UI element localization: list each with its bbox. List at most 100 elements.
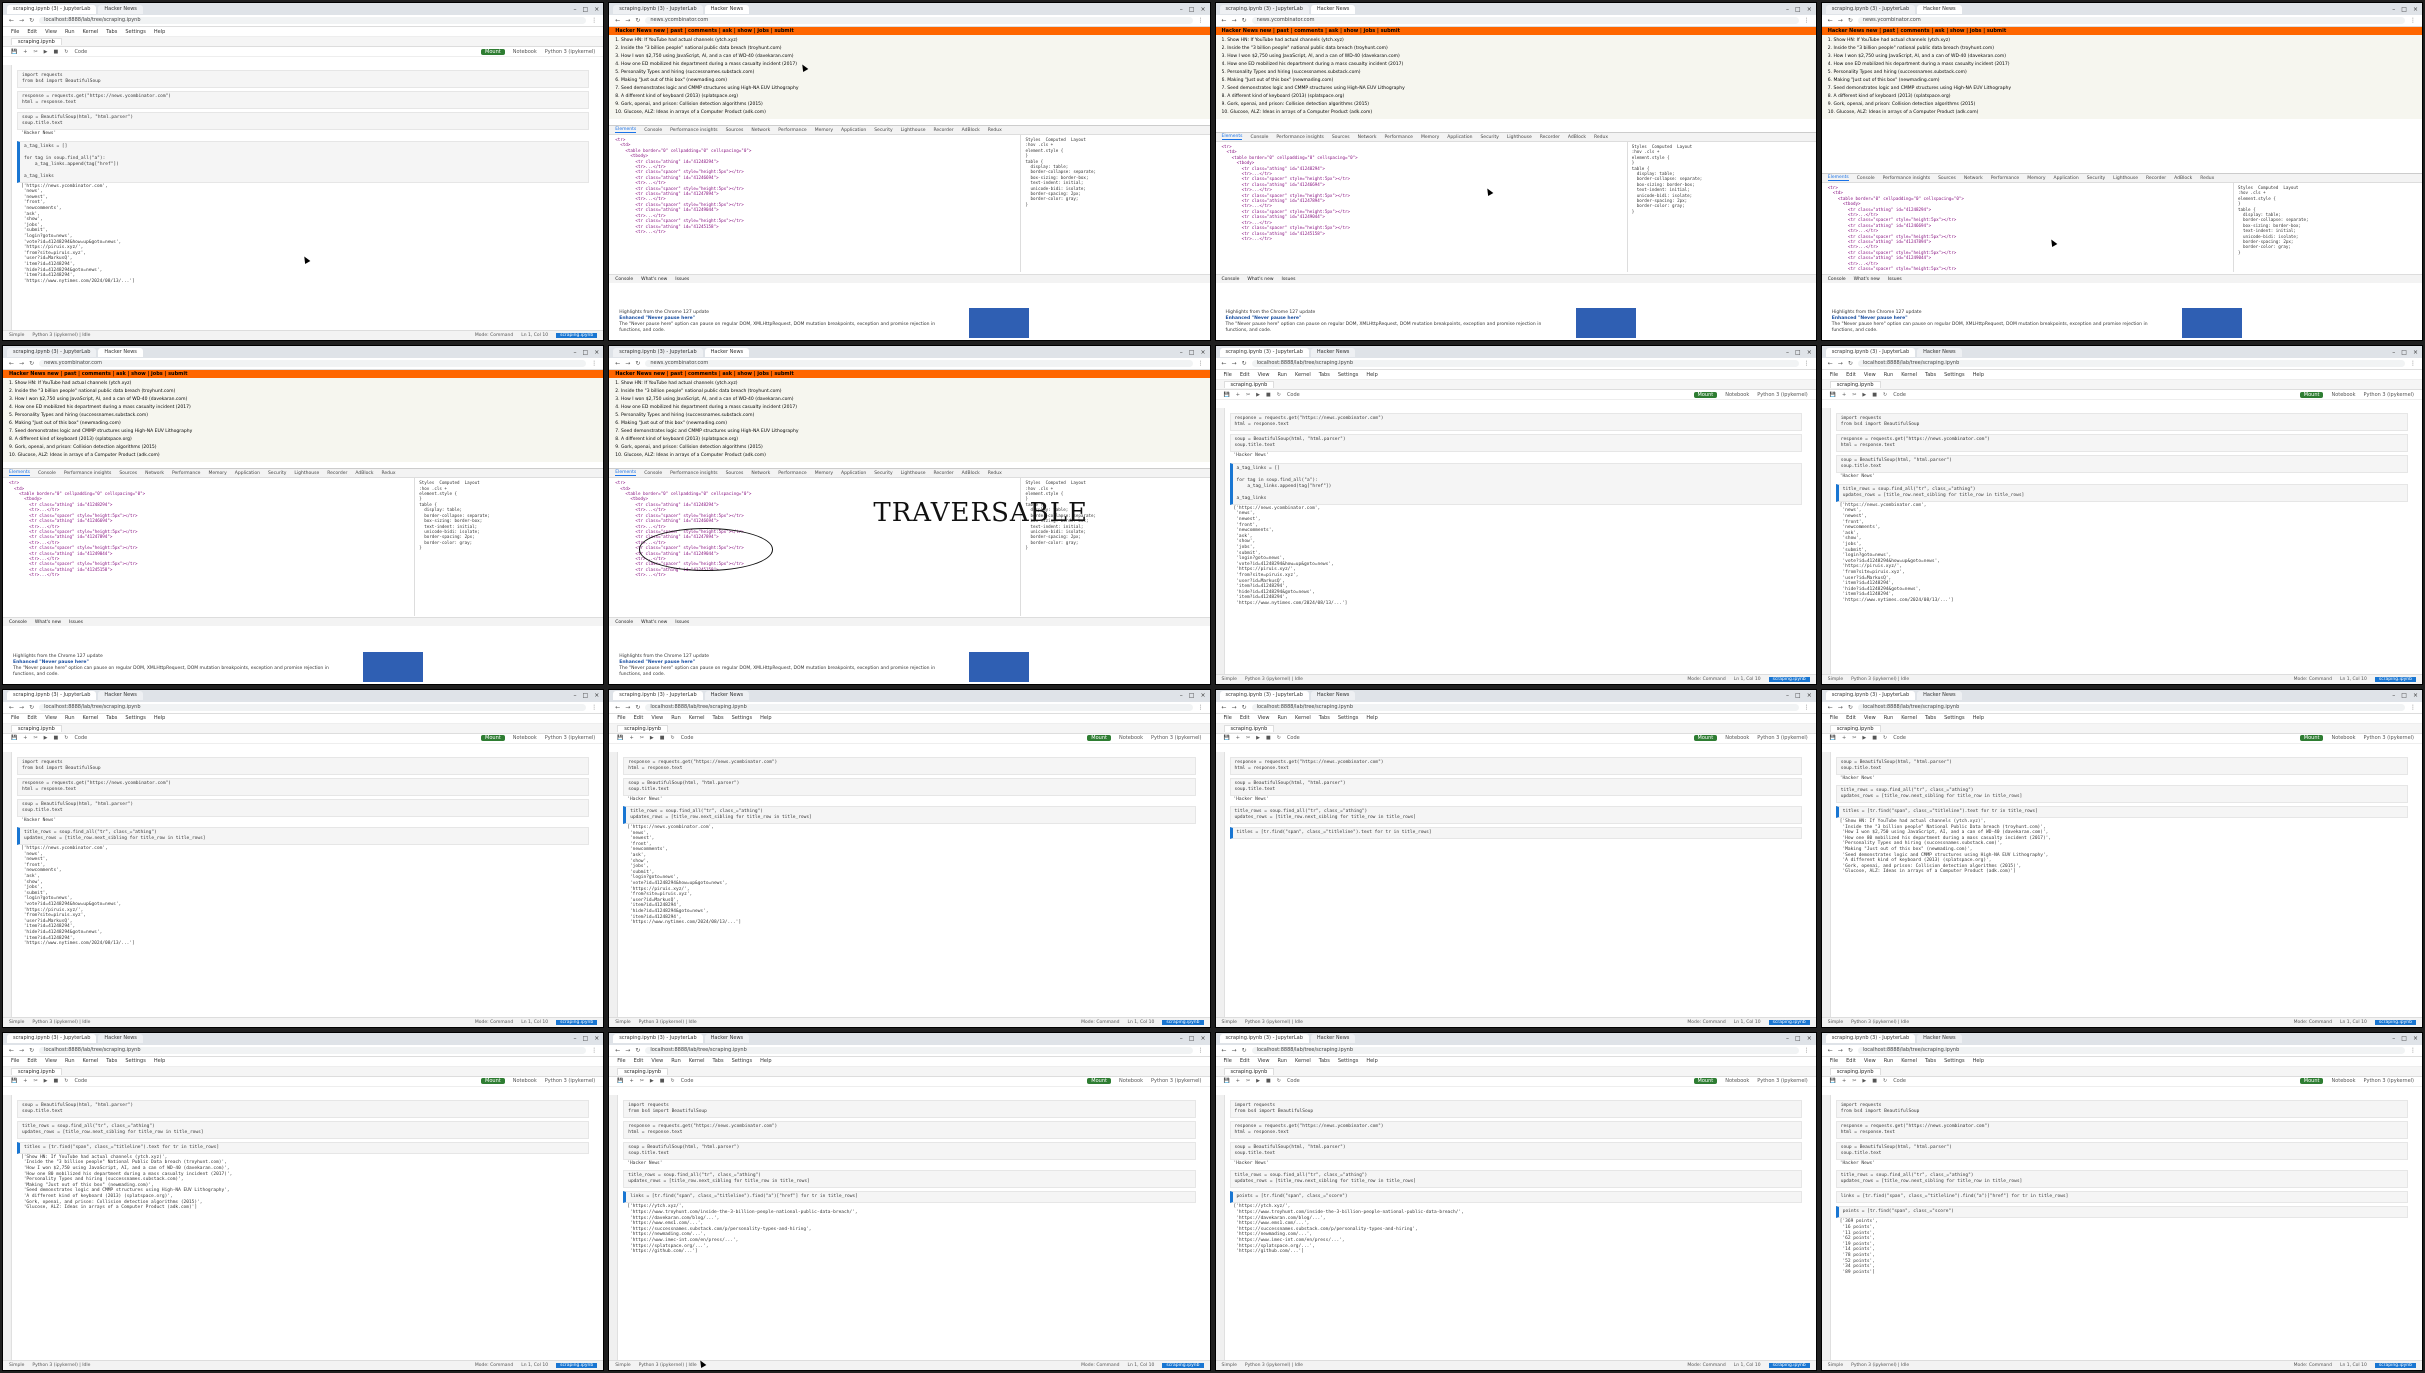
- devtools-tab[interactable]: Sources: [726, 471, 744, 476]
- forward-icon[interactable]: →: [1232, 360, 1237, 367]
- hn-story-row[interactable]: 3. How I won $2,750 using JavaScript, AI…: [615, 396, 1203, 404]
- menu-item[interactable]: Help: [760, 715, 771, 721]
- cell-type-select[interactable]: Code: [1287, 1078, 1300, 1084]
- minimize-icon[interactable]: –: [574, 1035, 577, 1042]
- cell-code[interactable]: points = [tr.find("span", class_="score"…: [1229, 1191, 1802, 1204]
- devtools-tab[interactable]: Redux: [988, 128, 1002, 133]
- notebook-tab[interactable]: scraping.ipynb: [11, 38, 62, 45]
- cell-code[interactable]: import requests from bs4 import Beautifu…: [1835, 1099, 2408, 1118]
- devtools-tab[interactable]: Sources: [119, 471, 137, 476]
- notebook-cell[interactable]: response = requests.get("https://news.yc…: [1229, 413, 1802, 432]
- console-tab[interactable]: Issues: [675, 277, 689, 282]
- hn-story-row[interactable]: 10. Glucose, ALZ: Ideas in arrays of a C…: [1222, 109, 1810, 117]
- menu-item[interactable]: Settings: [732, 715, 753, 721]
- status-simple[interactable]: Simple: [9, 333, 24, 338]
- minimize-icon[interactable]: –: [1180, 692, 1183, 699]
- hn-story-row[interactable]: 9. Gork, openai, and prison: Collision d…: [1222, 101, 1810, 109]
- cell-code[interactable]: title_rows = soup.find_all("tr", class_=…: [17, 827, 590, 846]
- save-icon[interactable]: 💾: [1224, 1078, 1230, 1084]
- close-icon[interactable]: ×: [1200, 1035, 1205, 1042]
- menu-icon[interactable]: ⋮: [2410, 360, 2416, 367]
- hn-story-row[interactable]: 8. A different kind of keyboard (2013) (…: [1828, 93, 2416, 101]
- hn-story-row[interactable]: 7. Seed demonstrates logic and CMMP stru…: [615, 428, 1203, 436]
- devtools-tab[interactable]: Application: [235, 471, 260, 476]
- browser-tab-hn[interactable]: Hacker News: [1917, 347, 1962, 357]
- close-icon[interactable]: ×: [594, 692, 599, 699]
- menu-item[interactable]: File: [11, 715, 19, 721]
- devtools-tab[interactable]: Memory: [208, 471, 226, 476]
- hn-story-row[interactable]: 6. Making "Just out of this box" (newmad…: [1828, 77, 2416, 85]
- menu-item[interactable]: Help: [154, 29, 165, 35]
- url-input[interactable]: news.ycombinator.com: [1251, 17, 1799, 24]
- cell-code[interactable]: response = requests.get("https://news.yc…: [623, 1120, 1196, 1139]
- menu-item[interactable]: Kernel: [1901, 715, 1917, 721]
- menu-item[interactable]: Help: [1366, 1058, 1377, 1064]
- add-cell-icon[interactable]: +: [23, 49, 27, 55]
- menu-item[interactable]: View: [1864, 715, 1876, 721]
- status-simple[interactable]: Simple: [1828, 677, 1843, 682]
- maximize-icon[interactable]: □: [583, 692, 589, 699]
- cell-code[interactable]: soup = BeautifulSoup(html, "html.parser"…: [1835, 455, 2408, 474]
- close-icon[interactable]: ×: [2413, 1035, 2418, 1042]
- menu-item[interactable]: Tabs: [106, 715, 117, 721]
- cut-icon[interactable]: ✂: [1852, 735, 1856, 741]
- notebook-cell[interactable]: import requests from bs4 import Beautifu…: [1835, 1099, 2408, 1118]
- menu-item[interactable]: File: [11, 1058, 19, 1064]
- left-sidebar[interactable]: [1821, 751, 1831, 1017]
- run-icon[interactable]: ▶: [1862, 735, 1866, 741]
- maximize-icon[interactable]: □: [583, 6, 589, 13]
- notebook-cell[interactable]: import requests from bs4 import Beautifu…: [17, 756, 590, 775]
- close-icon[interactable]: ×: [1807, 692, 1812, 699]
- mount-badge[interactable]: Mount: [2299, 391, 2324, 398]
- reload-icon[interactable]: ↻: [29, 1047, 34, 1054]
- reload-icon[interactable]: ↻: [1848, 1047, 1853, 1054]
- menu-item[interactable]: Run: [1277, 1058, 1287, 1064]
- hn-story-row[interactable]: 6. Making "Just out of this box" (newmad…: [1222, 77, 1810, 85]
- browser-tab-hn[interactable]: Hacker News: [98, 4, 143, 14]
- browser-tab-jupyter[interactable]: scraping.ipynb (3) - JupyterLab: [1219, 1034, 1309, 1044]
- minimize-icon[interactable]: –: [2392, 692, 2395, 699]
- maximize-icon[interactable]: □: [583, 1035, 589, 1042]
- hn-story-row[interactable]: 5. Personality Types and hiring (success…: [1222, 69, 1810, 77]
- devtools-tab[interactable]: Elements: [9, 470, 30, 477]
- hn-story-row[interactable]: 8. A different kind of keyboard (2013) (…: [9, 436, 597, 444]
- run-icon[interactable]: ▶: [1862, 392, 1866, 398]
- add-cell-icon[interactable]: +: [629, 1078, 633, 1084]
- menu-item[interactable]: Run: [65, 29, 75, 35]
- devtools-tab[interactable]: Console: [1857, 176, 1875, 181]
- console-tab[interactable]: What's new: [641, 620, 667, 625]
- browser-tab-jupyter[interactable]: scraping.ipynb (3) - JupyterLab: [7, 4, 97, 14]
- hn-story-row[interactable]: 3. How I won $2,750 using JavaScript, AI…: [615, 53, 1203, 61]
- notebook-cell[interactable]: soup = BeautifulSoup(html, "html.parser"…: [623, 777, 1196, 804]
- hn-story-row[interactable]: 4. How one ED mobilized his department d…: [1828, 61, 2416, 69]
- hn-story-row[interactable]: 2. Inside the "3 billion people" nationa…: [9, 388, 597, 396]
- restart-icon[interactable]: ↻: [64, 49, 68, 55]
- menu-item[interactable]: Tabs: [106, 29, 117, 35]
- maximize-icon[interactable]: □: [583, 349, 589, 356]
- devtools-tab[interactable]: Network: [1358, 135, 1377, 140]
- run-icon[interactable]: ▶: [1256, 1078, 1260, 1084]
- menu-item[interactable]: Run: [1277, 715, 1287, 721]
- cell-code[interactable]: import requests from bs4 import Beautifu…: [1835, 413, 2408, 432]
- menu-item[interactable]: File: [617, 1058, 625, 1064]
- hn-story-row[interactable]: 10. Glucose, ALZ: Ideas in arrays of a C…: [615, 109, 1203, 117]
- hn-story-row[interactable]: 3. How I won $2,750 using JavaScript, AI…: [9, 396, 597, 404]
- status-simple[interactable]: Simple: [9, 1363, 24, 1368]
- save-icon[interactable]: 💾: [1830, 392, 1836, 398]
- notebook-cell[interactable]: soup = BeautifulSoup(html, "html.parser"…: [1835, 455, 2408, 481]
- forward-icon[interactable]: →: [1232, 1047, 1237, 1054]
- browser-tab-hn[interactable]: Hacker News: [98, 691, 143, 700]
- stop-icon[interactable]: ■: [54, 1078, 59, 1084]
- menu-item[interactable]: Kernel: [1295, 715, 1311, 721]
- menu-item[interactable]: Run: [671, 1058, 681, 1064]
- notebook-cell[interactable]: title_rows = soup.find_all("tr", class_=…: [17, 1120, 590, 1139]
- cell-type-select[interactable]: Code: [1893, 1078, 1906, 1084]
- close-icon[interactable]: ×: [2413, 349, 2418, 356]
- reload-icon[interactable]: ↻: [635, 17, 640, 24]
- run-icon[interactable]: ▶: [44, 49, 48, 55]
- cell-code[interactable]: soup = BeautifulSoup(html, "html.parser"…: [1229, 434, 1802, 453]
- devtools-tab[interactable]: Redux: [988, 471, 1002, 476]
- menu-item[interactable]: Tabs: [1319, 1058, 1330, 1064]
- back-icon[interactable]: ←: [1828, 17, 1833, 24]
- add-cell-icon[interactable]: +: [629, 735, 633, 741]
